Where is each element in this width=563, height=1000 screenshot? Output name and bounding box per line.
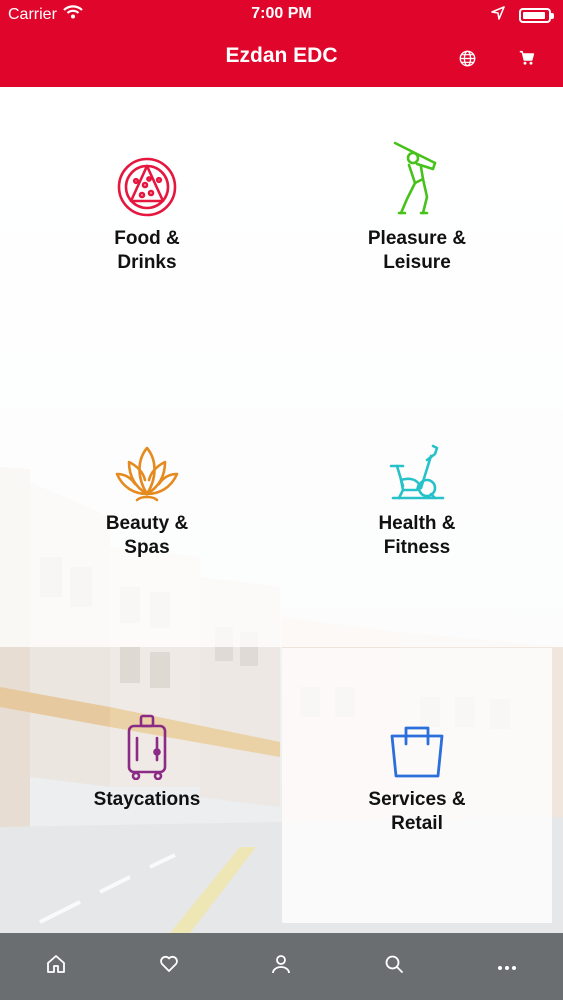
category-label: Health & Fitness: [378, 513, 456, 558]
luggage-icon: [125, 690, 169, 780]
search-icon: [384, 954, 404, 979]
category-food-drinks[interactable]: Food & Drinks: [12, 87, 282, 362]
category-pleasure-leisure[interactable]: Pleasure & Leisure: [282, 87, 552, 362]
pizza-icon: [115, 129, 179, 219]
category-staycations[interactable]: Staycations: [12, 648, 282, 923]
category-label: Pleasure & Leisure: [367, 228, 467, 273]
golfer-icon: [389, 129, 445, 219]
heart-icon: [159, 954, 179, 979]
home-icon: [46, 954, 66, 979]
tab-profile[interactable]: [225, 933, 338, 1000]
category-label: Beauty & Spas: [105, 513, 189, 558]
tab-more[interactable]: [450, 933, 563, 1000]
bottom-tab-bar: [0, 933, 563, 1000]
tab-search[interactable]: [338, 933, 451, 1000]
status-time: 7:00 PM: [251, 5, 312, 22]
category-label: Food & Drinks: [114, 228, 180, 273]
nav-bar: Ezdan EDC: [0, 30, 563, 87]
status-right-group: [491, 6, 554, 25]
app-header: Carrier 7:00 PM Ezdan EDC: [0, 0, 563, 87]
more-icon: [497, 958, 517, 976]
exercise-bike-icon: [387, 414, 447, 504]
globe-icon[interactable]: [455, 46, 479, 70]
cart-icon[interactable]: [515, 46, 539, 70]
tab-favorites[interactable]: [113, 933, 226, 1000]
tab-home[interactable]: [0, 933, 113, 1000]
battery-icon: [519, 8, 554, 23]
lotus-icon: [115, 414, 179, 504]
category-label: Staycations: [93, 789, 201, 810]
status-bar: Carrier 7:00 PM: [0, 0, 563, 30]
category-services-retail[interactable]: Services & Retail: [282, 648, 552, 923]
category-beauty-spas[interactable]: Beauty & Spas: [12, 372, 282, 647]
category-label: Services & Retail: [368, 789, 466, 834]
profile-icon: [271, 954, 291, 979]
shopping-bag-icon: [388, 690, 446, 780]
category-grid: Food & Drinks Pleasure & Leisure Beauty …: [0, 87, 563, 933]
location-arrow-icon: [491, 6, 505, 25]
category-health-fitness[interactable]: Health & Fitness: [282, 372, 552, 647]
